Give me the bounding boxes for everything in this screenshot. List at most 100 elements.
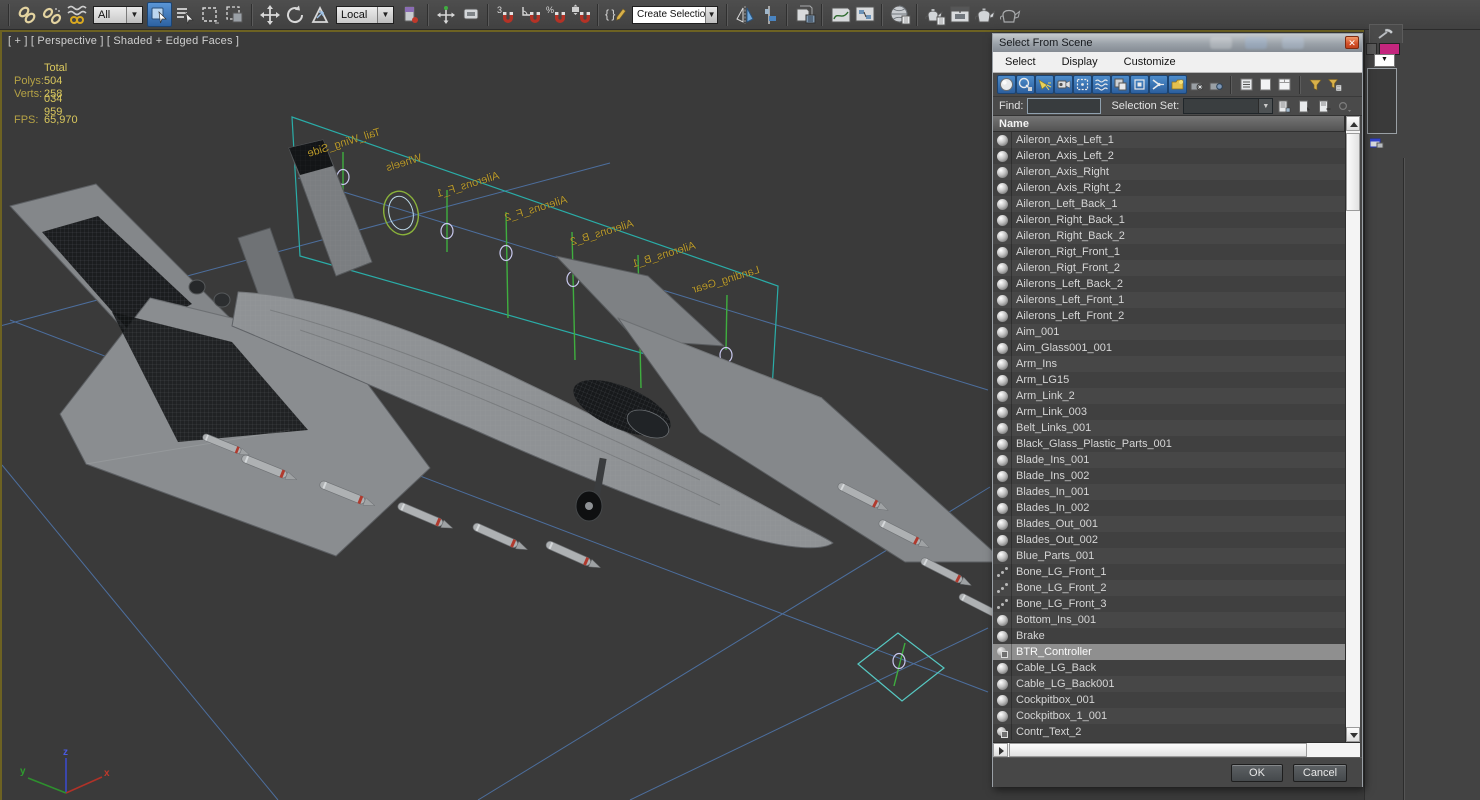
use-pivot-center-button[interactable] [398,2,423,27]
save-selection-set-icon[interactable] [1276,98,1293,114]
list-item[interactable]: Blades_Out_001 [993,516,1345,532]
percent-snap-button[interactable]: % [543,2,568,27]
chevron-down-icon[interactable]: ▼ [377,6,393,23]
view-list-icon[interactable] [1237,75,1256,94]
list-item[interactable]: Black_Glass_Plastic_Parts_001 [993,436,1345,452]
viewport-label[interactable]: [ + ] [ Perspective ] [ Shaded + Edged F… [8,35,239,47]
rendered-frame-window-button[interactable] [947,2,972,27]
list-item[interactable]: Aileron_Axis_Left_2 [993,148,1345,164]
scrollbar-thumb[interactable] [1346,133,1360,211]
select-object-button[interactable] [147,2,172,27]
menu-select[interactable]: Select [1005,56,1036,68]
list-item[interactable]: Aileron_Rigt_Front_2 [993,260,1345,276]
modifier-stack-list[interactable] [1367,68,1397,134]
list-item[interactable]: Cable_LG_Back [993,660,1345,676]
list-item[interactable]: Bone_LG_Front_1 [993,564,1345,580]
find-input[interactable] [1027,98,1102,114]
keyboard-shortcut-override-button[interactable] [458,2,483,27]
list-item[interactable]: Blades_In_001 [993,484,1345,500]
scroll-up-button[interactable] [1346,116,1360,131]
schematic-view-button[interactable] [852,2,877,27]
filter-combinations-icon[interactable] [1325,75,1344,94]
filter-bones-icon[interactable] [1149,75,1168,94]
modifier-dropdown[interactable]: ▼ [1374,54,1395,67]
close-icon[interactable]: ✕ [1345,36,1359,49]
snaps-toggle-3d-button[interactable]: 3 [493,2,518,27]
utilities-tab[interactable] [1369,24,1403,43]
curve-editor-button[interactable] [827,2,852,27]
list-item[interactable]: Aileron_Left_Back_1 [993,196,1345,212]
filter-cameras-icon[interactable] [1054,75,1073,94]
list-item[interactable]: Cockpitbox_001 [993,692,1345,708]
menu-customize[interactable]: Customize [1124,56,1176,68]
list-item[interactable]: Contr_Text_2 [993,724,1345,740]
filter-funnel-icon[interactable] [1306,75,1325,94]
scroll-down-button[interactable] [1346,727,1360,742]
filter-groups-icon[interactable] [1111,75,1130,94]
list-item[interactable]: Cockpitbox_1_001 [993,708,1345,724]
list-item[interactable]: Ailerons_Left_Front_1 [993,292,1345,308]
bind-to-spacewarp-icon[interactable] [64,2,89,27]
select-and-scale-button[interactable] [307,2,332,27]
menu-display[interactable]: Display [1062,56,1098,68]
mirror-button[interactable] [732,2,757,27]
filter-shapes-icon[interactable] [1016,75,1035,94]
list-item[interactable]: Brake [993,628,1345,644]
column-header-name[interactable]: Name [993,116,1345,132]
selection-set-combo[interactable]: ▼ [1183,98,1274,114]
window-crossing-toggle-button[interactable] [222,2,247,27]
list-item[interactable]: Bottom_Ins_001 [993,612,1345,628]
chevron-down-icon[interactable]: ▼ [705,6,717,23]
filter-helpers-icon[interactable] [1073,75,1092,94]
filter-geometry-icon[interactable] [997,75,1016,94]
select-by-name-button[interactable] [172,2,197,27]
list-item[interactable]: Blades_In_002 [993,500,1345,516]
stack-config-icon[interactable] [1370,137,1384,148]
list-item[interactable]: BTR_Controller [993,644,1345,660]
list-item[interactable]: Aileron_Axis_Left_1 [993,132,1345,148]
select-and-manipulate-button[interactable] [433,2,458,27]
layer-manager-button[interactable] [792,2,817,27]
list-item[interactable]: Ailerons_Left_Front_2 [993,308,1345,324]
material-editor-button[interactable] [887,2,912,27]
filter-lights-icon[interactable] [1035,75,1054,94]
view-detail-icon[interactable] [1275,75,1294,94]
align-button[interactable] [757,2,782,27]
list-item[interactable]: Aileron_Rigt_Front_1 [993,244,1345,260]
display-hidden-icon[interactable] [1206,75,1225,94]
reference-coordinate-dropdown[interactable]: Local ▼ [336,5,394,24]
list-item[interactable]: Arm_Link_003 [993,404,1345,420]
filter-spacewarps-icon[interactable] [1092,75,1111,94]
list-item[interactable]: Arm_Ins [993,356,1345,372]
ok-button[interactable]: OK [1231,764,1283,782]
select-and-rotate-button[interactable] [282,2,307,27]
horizontal-scrollbar[interactable] [993,742,1360,757]
cancel-button[interactable]: Cancel [1293,764,1347,782]
named-selection-sets-dropdown[interactable]: Create Selection Se ▼ [632,5,718,24]
list-item[interactable]: Belt_Links_001 [993,420,1345,436]
list-item[interactable]: Aim_001 [993,324,1345,340]
list-item[interactable]: Bone_LG_Front_2 [993,580,1345,596]
select-and-move-button[interactable] [257,2,282,27]
angle-snap-button[interactable] [518,2,543,27]
selection-filter-dropdown[interactable]: All ▼ [93,5,143,24]
render-production-button[interactable] [972,2,997,27]
dialog-titlebar[interactable]: Select From Scene ✕ [993,34,1362,52]
select-and-link-icon[interactable] [14,2,39,27]
vertical-scrollbar[interactable] [1345,116,1360,742]
scroll-right-button[interactable] [993,743,1008,757]
unlink-selection-icon[interactable] [39,2,64,27]
render-setup-button[interactable] [922,2,947,27]
filter-containers-icon[interactable] [1168,75,1187,94]
scene-object-list[interactable]: Aileron_Axis_Left_1 Aileron_Axis_Left_2 Ai… [993,132,1345,742]
render-iterative-button[interactable] [997,2,1022,27]
list-item[interactable]: Cable_LG_Back001 [993,676,1345,692]
chevron-down-icon[interactable]: ▼ [1258,99,1273,113]
view-column-icon[interactable] [1256,75,1275,94]
spinner-snap-button[interactable] [568,2,593,27]
display-frozen-icon[interactable] [1187,75,1206,94]
list-item[interactable]: Blades_Out_002 [993,532,1345,548]
list-item[interactable]: Aileron_Axis_Right [993,164,1345,180]
scrollbar-thumb[interactable] [1009,743,1307,757]
list-item[interactable]: Blue_Parts_001 [993,548,1345,564]
